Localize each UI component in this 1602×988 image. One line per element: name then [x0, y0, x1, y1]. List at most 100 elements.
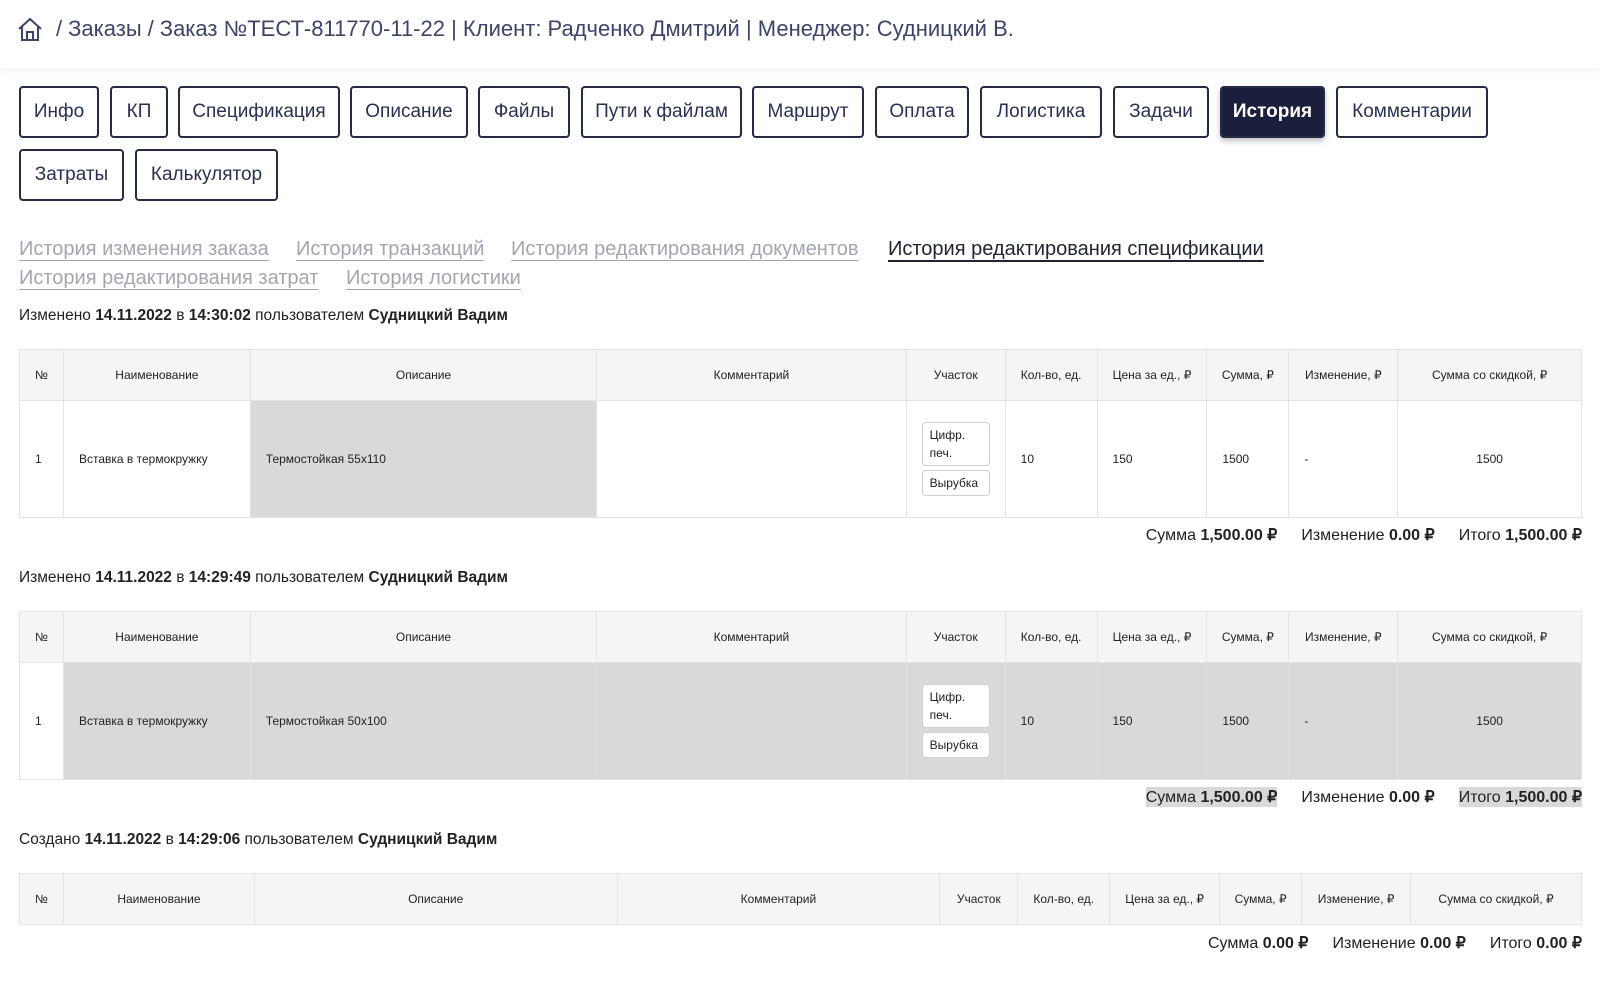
breadcrumb-separator: /	[56, 16, 63, 41]
totals-row: Сумма 1,500.00 ₽ Изменение 0.00 ₽ Итого …	[1145, 787, 1582, 807]
change-action: Создано	[19, 831, 81, 848]
total-change: Изменение 0.00 ₽	[1301, 525, 1434, 545]
spec-table: № Наименование Описание Комментарий Учас…	[19, 349, 1582, 518]
col-header: Описание	[249, 611, 598, 663]
tab-comments[interactable]: Комментарии	[1336, 86, 1488, 138]
change-user: Судницкий Вадим	[368, 569, 508, 586]
breadcrumb-current: Заказ №ТЕСТ-811770-11-22 | Клиент: Радче…	[159, 16, 1014, 41]
col-header: Участок	[905, 611, 1006, 663]
breadcrumb: / Заказы / Заказ №ТЕСТ-811770-11-22 | Кл…	[16, 14, 1014, 44]
totals-row: Сумма 0.00 ₽ Изменение 0.00 ₽ Итого 0.00…	[1208, 933, 1582, 953]
table-header-row: № Наименование Описание Комментарий Учас…	[19, 611, 1582, 663]
spec-table: № Наименование Описание Комментарий Учас…	[19, 611, 1582, 780]
cell-price: 150	[1096, 662, 1208, 780]
total-change-label: Изменение	[1301, 527, 1385, 544]
total-change-value: 0.00 ₽	[1388, 527, 1435, 544]
tab-calculator[interactable]: Калькулятор	[135, 149, 278, 201]
change-info: Изменено 14.11.2022 в 14:30:02 пользоват…	[19, 307, 508, 325]
tab-route[interactable]: Маршрут	[752, 86, 864, 138]
top-bar: / Заказы / Заказ №ТЕСТ-811770-11-22 | Кл…	[0, 0, 1602, 68]
tab-tasks[interactable]: Задачи	[1113, 86, 1209, 138]
change-by: пользователем	[244, 831, 354, 848]
table-header-row: № Наименование Описание Комментарий Учас…	[19, 349, 1582, 401]
col-header: Описание	[249, 349, 598, 401]
total-change-label: Изменение	[1332, 935, 1416, 952]
tab-logistics[interactable]: Логистика	[980, 86, 1102, 138]
cell-number: 1	[19, 400, 64, 518]
col-header: №	[19, 611, 64, 663]
total-sum: Сумма 1,500.00 ₽	[1146, 525, 1278, 545]
total-change-value: 0.00 ₽	[1388, 789, 1435, 806]
change-time: 14:29:49	[188, 569, 251, 586]
col-header: Участок	[905, 349, 1006, 401]
cell-description: Термостойкая 55х110	[249, 400, 598, 518]
total-sum-value: 0.00 ₽	[1262, 935, 1309, 952]
change-date: 14.11.2022	[95, 569, 172, 586]
change-user: Судницкий Вадим	[357, 831, 498, 848]
tab-history[interactable]: История	[1220, 86, 1325, 138]
subtab-transactions[interactable]: История транзакций	[296, 238, 484, 261]
total-change-value: 0.00 ₽	[1420, 935, 1466, 952]
tab-costs[interactable]: Затраты	[19, 149, 124, 201]
cell-sections: Цифр. печ. Вырубка	[905, 662, 1006, 780]
cell-comment	[596, 662, 907, 780]
cell-discounted: 1500	[1397, 400, 1582, 518]
subtab-documents[interactable]: История редактирования документов	[511, 238, 859, 261]
total-sum: Сумма 0.00 ₽	[1208, 933, 1309, 953]
cell-name: Вставка в термокружку	[62, 400, 251, 518]
home-icon[interactable]	[16, 16, 44, 42]
breadcrumb-orders-link[interactable]: Заказы	[68, 16, 142, 42]
tab-file-paths[interactable]: Пути к файлам	[581, 86, 742, 138]
change-date: 14.11.2022	[95, 307, 172, 324]
change-user: Судницкий Вадим	[368, 307, 508, 324]
total-final: Итого 0.00 ₽	[1490, 933, 1582, 953]
cell-qty: 10	[1004, 662, 1098, 780]
subtab-specification[interactable]: История редактирования спецификации	[888, 238, 1264, 261]
col-header: Описание	[253, 873, 618, 925]
total-sum-label: Сумма	[1145, 789, 1196, 806]
tab-specification[interactable]: Спецификация	[178, 86, 340, 138]
col-header: Сумма, ₽	[1219, 873, 1303, 925]
tab-payment[interactable]: Оплата	[875, 86, 969, 138]
tab-files[interactable]: Файлы	[478, 86, 570, 138]
subtab-costs[interactable]: История редактирования затрат	[19, 267, 318, 290]
col-header: Кол-во, ед.	[1004, 611, 1098, 663]
change-info: Создано 14.11.2022 в 14:29:06 пользовате…	[19, 831, 497, 849]
col-header: Изменение, ₽	[1301, 873, 1412, 925]
cell-discounted: 1500	[1397, 662, 1582, 780]
col-header: Кол-во, ед.	[1017, 873, 1111, 925]
subtab-order-changes[interactable]: История изменения заказа	[19, 238, 269, 261]
change-time: 14:30:02	[188, 307, 251, 324]
section-chip: Цифр. печ.	[921, 422, 990, 466]
section-chip: Цифр. печ.	[921, 684, 990, 728]
total-final-label: Итого	[1458, 789, 1501, 806]
spec-table: № Наименование Описание Комментарий Учас…	[19, 873, 1582, 925]
total-final: Итого 1,500.00 ₽	[1458, 787, 1582, 807]
col-header: Сумма, ₽	[1206, 349, 1290, 401]
cell-qty: 10	[1004, 400, 1098, 518]
col-header: №	[19, 349, 64, 401]
change-in: в	[165, 831, 174, 848]
change-action: Изменено	[19, 569, 91, 586]
tab-kp[interactable]: КП	[110, 86, 168, 138]
col-header: Сумма со скидкой, ₽	[1410, 873, 1582, 925]
total-change: Изменение 0.00 ₽	[1301, 787, 1434, 807]
col-header: Наименование	[62, 611, 251, 663]
tab-info[interactable]: Инфо	[19, 86, 99, 138]
col-header: Наименование	[62, 349, 251, 401]
cell-change: -	[1288, 662, 1399, 780]
cell-sum: 1500	[1206, 662, 1290, 780]
col-header: Сумма, ₽	[1206, 611, 1290, 663]
change-in: в	[176, 569, 185, 586]
cell-change: -	[1288, 400, 1399, 518]
total-change: Изменение 0.00 ₽	[1332, 933, 1465, 953]
col-header: Комментарий	[616, 873, 941, 925]
tab-description[interactable]: Описание	[350, 86, 468, 138]
col-header: Сумма со скидкой, ₽	[1397, 611, 1582, 663]
subtab-logistics[interactable]: История логистики	[346, 267, 521, 290]
col-header: Цена за ед., ₽	[1109, 873, 1221, 925]
total-sum-label: Сумма	[1207, 935, 1259, 952]
change-by: пользователем	[255, 569, 365, 586]
col-header: Комментарий	[596, 349, 907, 401]
change-action: Изменено	[19, 307, 91, 324]
